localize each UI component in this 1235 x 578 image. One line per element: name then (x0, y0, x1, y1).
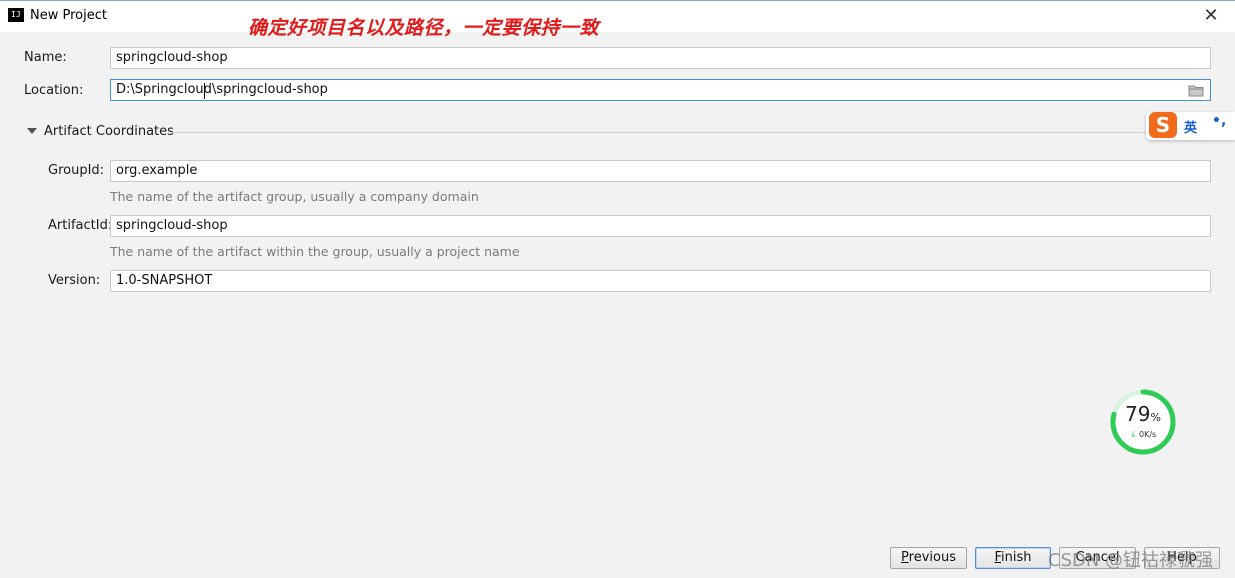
name-label: Name: (24, 50, 67, 65)
text-cursor (204, 83, 205, 99)
network-percent-unit: % (1150, 411, 1161, 424)
ime-punctuation-toggle[interactable]: •, (1212, 113, 1226, 129)
window-title: New Project (30, 8, 107, 23)
network-percent: 79% (1110, 402, 1176, 426)
network-speed-value: 0K/s (1139, 430, 1157, 439)
annotation-text: 确定好项目名以及路径，一定要保持一致 (248, 17, 600, 39)
folder-browse-icon[interactable] (1188, 84, 1204, 97)
network-percent-value: 79 (1125, 402, 1151, 426)
sogou-ime-icon[interactable]: S (1149, 112, 1177, 138)
artifactid-input[interactable]: springcloud-shop (110, 215, 1211, 237)
artifactid-label: ArtifactId: (48, 218, 113, 233)
finish-button[interactable]: Finish (975, 547, 1051, 569)
groupid-hint: The name of the artifact group, usually … (110, 189, 479, 204)
network-speed: ↓ 0K/s (1110, 430, 1176, 439)
download-arrow-icon: ↓ (1129, 430, 1137, 439)
previous-button[interactable]: Previous (890, 547, 967, 569)
section-divider (168, 132, 1158, 133)
location-input[interactable]: D:\Springcloud\springcloud-shop (110, 79, 1211, 101)
version-label: Version: (48, 273, 101, 288)
ime-language-toggle[interactable]: 英 (1184, 117, 1197, 136)
csdn-watermark: CSDN @钮祜禄虢强 (1048, 550, 1214, 571)
finish-label: inish (1001, 550, 1032, 565)
collapse-triangle-icon[interactable] (27, 128, 37, 134)
title-bar (0, 0, 1235, 32)
location-label: Location: (24, 83, 84, 98)
groupid-label: GroupId: (48, 163, 105, 178)
artifactid-hint: The name of the artifact within the grou… (110, 244, 520, 259)
artifact-section-title[interactable]: Artifact Coordinates (44, 124, 174, 139)
previous-mnemonic: P (901, 550, 909, 565)
intellij-app-icon: IJ (8, 8, 24, 24)
previous-label: revious (908, 550, 956, 565)
groupid-input[interactable]: org.example (110, 160, 1211, 182)
version-input[interactable]: 1.0-SNAPSHOT (110, 270, 1211, 292)
close-icon[interactable]: ✕ (1198, 4, 1224, 28)
name-input[interactable]: springcloud-shop (110, 47, 1211, 69)
